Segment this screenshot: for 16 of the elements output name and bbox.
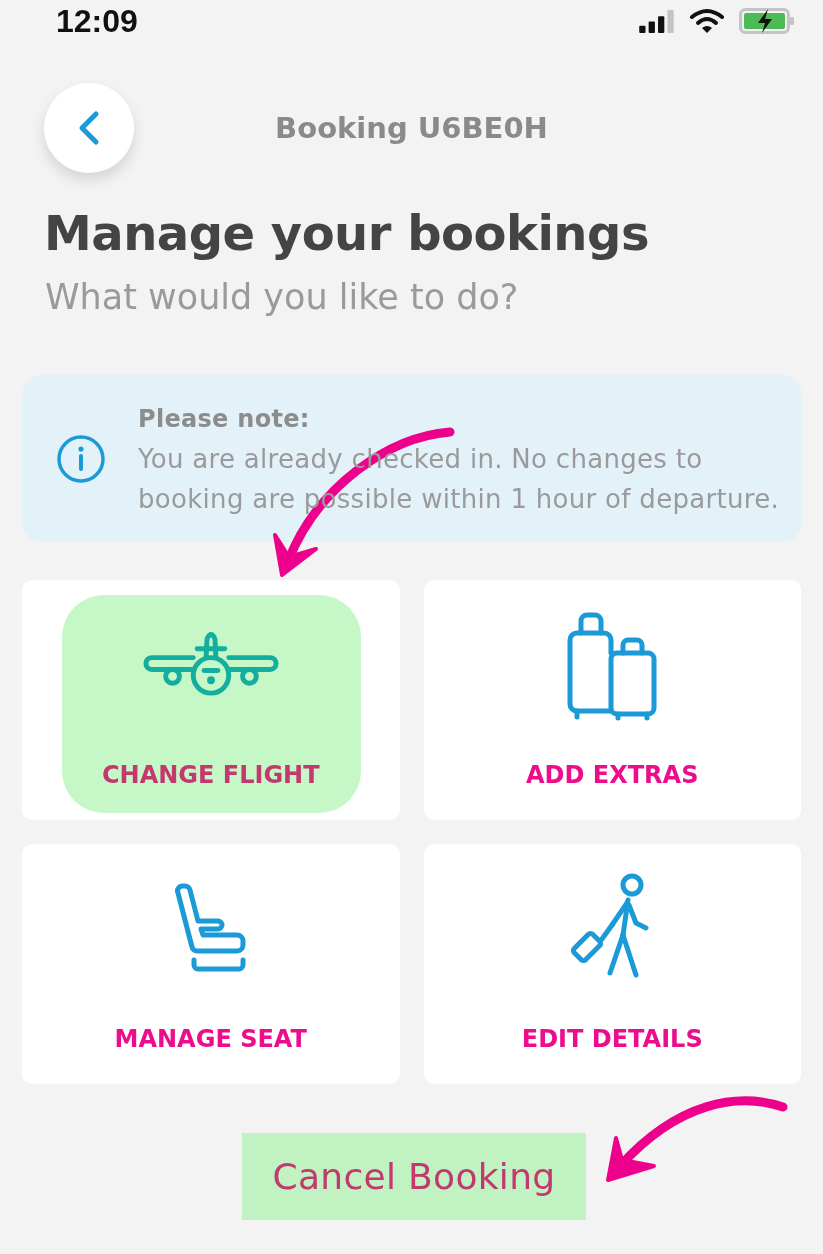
booking-title: Booking U6BE0H xyxy=(275,111,548,145)
page-subheading: What would you like to do? xyxy=(45,276,520,319)
notice-title: Please note: xyxy=(138,403,310,435)
back-chevron-icon xyxy=(78,110,100,146)
status-time: 12:09 xyxy=(56,3,138,39)
option-tile[interactable]: ADD EXTRAS xyxy=(423,580,801,820)
option-tile[interactable]: CHANGE FLIGHT xyxy=(22,580,400,820)
option-tile[interactable]: MANAGE SEAT xyxy=(22,844,400,1084)
option-tile[interactable]: EDIT DETAILS xyxy=(423,844,801,1084)
seat-icon xyxy=(173,883,248,975)
info-icon xyxy=(56,433,106,484)
page-heading: Manage your bookings xyxy=(44,205,650,261)
signal-icon xyxy=(639,9,675,33)
wifi-icon xyxy=(689,8,725,34)
battery-charging-icon xyxy=(739,8,795,34)
cancel-booking-button[interactable]: Cancel Booking xyxy=(242,1133,586,1220)
